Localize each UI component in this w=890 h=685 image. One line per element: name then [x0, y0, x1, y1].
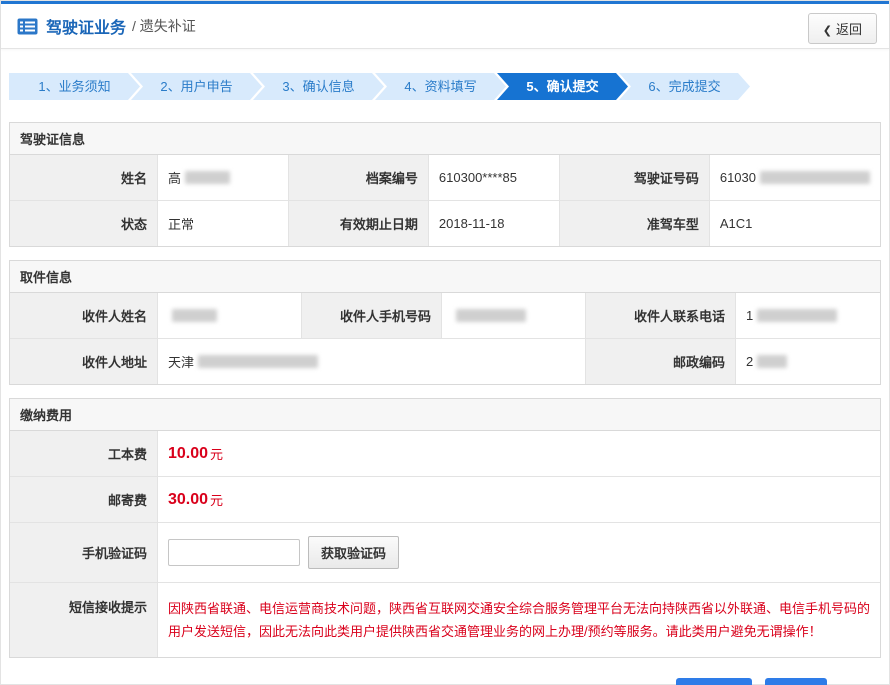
step-3-confirm-info: 3、确认信息: [253, 73, 384, 100]
redacted-recipient-address: [198, 355, 318, 368]
get-verification-code-button[interactable]: 获取验证码: [308, 536, 399, 569]
verification-code-input[interactable]: [168, 539, 300, 566]
recipient-mobile-value: [442, 293, 586, 339]
name-value: 高: [158, 155, 289, 201]
mail-fee-amount: 30.00: [168, 491, 208, 509]
pickup-info-section: 取件信息 收件人姓名 收件人手机号码 收件人联系电话 1 收件人地址 天津 邮政…: [9, 260, 881, 385]
recipient-address-label: 收件人地址: [10, 339, 158, 384]
cost-fee-value: 10.00元: [158, 431, 880, 477]
recipient-address-value: 天津: [158, 339, 586, 384]
license-number-value-text: 61030: [720, 170, 756, 185]
recipient-contact-label: 收件人联系电话: [586, 293, 736, 339]
postal-code-label: 邮政编码: [586, 339, 736, 384]
fees-title: 缴纳费用: [10, 399, 880, 431]
license-number-value: 61030: [710, 155, 880, 201]
sms-notice-label: 短信接收提示: [10, 583, 158, 657]
pickup-info-table: 收件人姓名 收件人手机号码 收件人联系电话 1 收件人地址 天津 邮政编码 2: [10, 293, 880, 384]
vehicle-type-label: 准驾车型: [560, 201, 710, 246]
redacted-recipient-contact: [757, 309, 837, 322]
page-title: 驾驶证业务: [46, 14, 126, 38]
fees-section: 缴纳费用 工本费 10.00元 邮寄费 30.00元 手机验证码 获取验证码 短…: [9, 398, 881, 658]
back-button-label: 返回: [836, 22, 862, 37]
recipient-mobile-label: 收件人手机号码: [302, 293, 442, 339]
recipient-contact-value: 1: [736, 293, 880, 339]
expiry-date-value: 2018-11-18: [429, 201, 560, 246]
status-label: 状态: [10, 201, 158, 246]
postal-code-value: 2: [736, 339, 880, 384]
vehicle-type-value-text: A1C1: [720, 216, 753, 231]
verification-code-label: 手机验证码: [10, 523, 158, 583]
redacted-postal-code: [757, 355, 787, 368]
status-value: 正常: [158, 201, 289, 246]
redacted-name: [185, 171, 230, 184]
document-list-icon: [17, 18, 38, 35]
step-4-fill-materials: 4、资料填写: [375, 73, 506, 100]
postal-code-value-text: 2: [746, 354, 753, 369]
file-number-value-text: 610300****85: [439, 170, 517, 185]
previous-step-button[interactable]: 上一步: [676, 678, 752, 685]
expiry-date-label: 有效期止日期: [289, 201, 429, 246]
back-button[interactable]: ❮ 返回: [808, 13, 877, 44]
status-value-text: 正常: [168, 214, 194, 233]
sms-notice-text: 因陕西省联通、电信运营商技术问题，陕西省互联网交通安全综合服务管理平台无法向持陕…: [168, 597, 870, 644]
verification-code-row: 获取验证码: [158, 523, 880, 583]
file-number-label: 档案编号: [289, 155, 429, 201]
license-info-section: 驾驶证信息 姓名 高 档案编号 610300****85 驾驶证号码 61030…: [9, 122, 881, 247]
redacted-recipient-name: [172, 309, 217, 322]
file-number-value: 610300****85: [429, 155, 560, 201]
cost-fee-unit: 元: [210, 444, 223, 463]
pickup-info-title: 取件信息: [10, 261, 880, 293]
fees-table: 工本费 10.00元 邮寄费 30.00元 手机验证码 获取验证码 短信接收提示…: [10, 431, 880, 657]
cost-fee-label: 工本费: [10, 431, 158, 477]
recipient-name-label: 收件人姓名: [10, 293, 158, 339]
step-progress-bar: 1、业务须知 2、用户申告 3、确认信息 4、资料填写 5、确认提交 6、完成提…: [9, 73, 881, 100]
mail-fee-value: 30.00元: [158, 477, 880, 523]
finish-button[interactable]: 完成: [765, 678, 827, 685]
name-label: 姓名: [10, 155, 158, 201]
step-5-confirm-submit: 5、确认提交: [497, 73, 628, 100]
header: 驾驶证业务 / 遗失补证 ❮ 返回: [1, 4, 889, 49]
expiry-date-value-text: 2018-11-18: [439, 216, 505, 231]
page-subtitle: / 遗失补证: [132, 16, 196, 36]
sms-notice-row: 因陕西省联通、电信运营商技术问题，陕西省互联网交通安全综合服务管理平台无法向持陕…: [158, 583, 880, 657]
redacted-recipient-mobile: [456, 309, 526, 322]
step-2-user-declaration: 2、用户申告: [131, 73, 262, 100]
mail-fee-unit: 元: [210, 490, 223, 509]
license-info-table: 姓名 高 档案编号 610300****85 驾驶证号码 61030 状态 正常…: [10, 155, 880, 246]
cost-fee-amount: 10.00: [168, 445, 208, 463]
license-number-label: 驾驶证号码: [560, 155, 710, 201]
footer-actions: 上一步 完成: [1, 678, 827, 685]
recipient-contact-value-text: 1: [746, 308, 753, 323]
license-info-title: 驾驶证信息: [10, 123, 880, 155]
step-1-business-notice: 1、业务须知: [9, 73, 140, 100]
recipient-address-value-text: 天津: [168, 352, 194, 371]
recipient-name-value: [158, 293, 302, 339]
redacted-license-number: [760, 171, 870, 184]
vehicle-type-value: A1C1: [710, 201, 880, 246]
name-value-text: 高: [168, 168, 181, 187]
step-6-complete-submit: 6、完成提交: [619, 73, 750, 100]
mail-fee-label: 邮寄费: [10, 477, 158, 523]
back-chevron-icon: ❮: [823, 25, 832, 37]
